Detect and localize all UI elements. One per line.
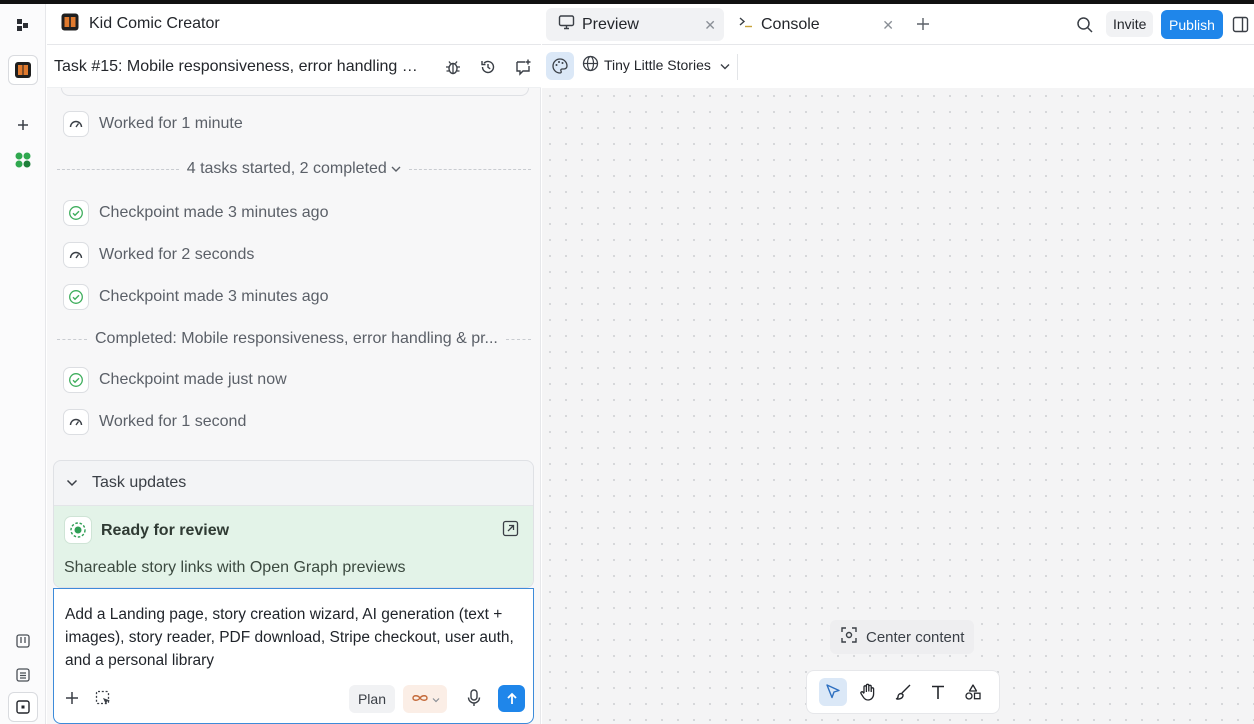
review-item[interactable]: Ready for review Shareable story links w… xyxy=(54,506,533,587)
checkpoint-item[interactable]: Checkpoint made 3 minutes ago xyxy=(63,284,328,310)
checkpoint-item[interactable]: Checkpoint made just now xyxy=(63,367,287,393)
toolbar-divider xyxy=(737,54,738,80)
chevron-down-icon xyxy=(66,474,78,492)
focus-icon xyxy=(840,626,858,648)
search-icon[interactable] xyxy=(1076,16,1094,39)
preview-canvas[interactable]: Center content xyxy=(542,88,1254,724)
previous-card-edge xyxy=(61,88,529,96)
task-updates-label: Task updates xyxy=(92,474,187,491)
preview-toolbar: Tiny Little Stories xyxy=(542,46,1254,88)
tab-console[interactable]: Console ✕ xyxy=(726,8,902,41)
project-icon[interactable] xyxy=(8,55,38,85)
sidebar-toggle-icon[interactable] xyxy=(1232,16,1249,38)
pointer-tool-icon[interactable] xyxy=(818,678,847,706)
site-name: Tiny Little Stories xyxy=(604,57,711,73)
list-icon[interactable] xyxy=(8,660,38,690)
canvas-tools xyxy=(806,670,1000,714)
workspace-menu-icon[interactable] xyxy=(8,10,38,40)
target-icon xyxy=(64,516,92,544)
worked-item: Worked for 2 seconds xyxy=(63,242,254,268)
microphone-icon[interactable] xyxy=(467,689,481,712)
tab-preview-label: Preview xyxy=(582,15,639,33)
worked-item: Worked for 1 minute xyxy=(63,111,243,137)
worked-label: Worked for 1 second xyxy=(99,413,247,430)
check-circle-icon xyxy=(63,284,89,310)
left-rail xyxy=(0,4,46,724)
new-chat-icon[interactable] xyxy=(512,56,533,77)
text-tool-icon[interactable] xyxy=(924,678,952,706)
worked-label: Worked for 1 minute xyxy=(99,115,243,132)
publish-button[interactable]: Publish xyxy=(1161,10,1223,39)
checkpoint-label: Checkpoint made just now xyxy=(99,371,287,388)
tab-preview[interactable]: Preview ✕ xyxy=(546,8,724,41)
app-title: Kid Comic Creator xyxy=(89,15,220,32)
completed-divider: Completed: Mobile responsiveness, error … xyxy=(57,330,531,348)
history-icon[interactable] xyxy=(477,56,498,77)
checkpoint-label: Checkpoint made 3 minutes ago xyxy=(99,204,329,221)
gauge-icon xyxy=(63,409,89,435)
review-status: Ready for review xyxy=(101,522,230,539)
library-icon[interactable] xyxy=(8,626,38,656)
task-header: Task #15: Mobile responsiveness, error h… xyxy=(47,46,541,88)
tab-console-label: Console xyxy=(761,15,820,33)
worked-item: Worked for 1 second xyxy=(63,409,246,435)
check-circle-icon xyxy=(63,200,89,226)
checkpoint-item[interactable]: Checkpoint made 3 minutes ago xyxy=(63,200,328,226)
center-content-label: Center content xyxy=(866,628,965,646)
open-external-icon[interactable] xyxy=(502,520,519,542)
checkpoint-label: Checkpoint made 3 minutes ago xyxy=(99,288,329,305)
worked-label: Worked for 2 seconds xyxy=(99,246,255,263)
attach-plus-icon[interactable] xyxy=(64,690,80,711)
gauge-icon xyxy=(63,242,89,268)
infinity-icon xyxy=(411,690,429,708)
tasks-summary-toggle[interactable]: 4 tasks started, 2 completed xyxy=(179,160,410,178)
chevron-down-icon xyxy=(391,160,401,177)
terminal-icon xyxy=(738,15,754,34)
select-element-icon[interactable] xyxy=(95,690,112,712)
shapes-tool-icon[interactable] xyxy=(959,678,987,706)
task-updates-card: Task updates Ready for review Shareable … xyxy=(53,460,534,588)
invite-button[interactable]: Invite xyxy=(1106,11,1154,37)
monitor-icon xyxy=(558,14,575,35)
prompt-input[interactable]: Add a Landing page, story creation wizar… xyxy=(65,603,525,672)
gauge-icon xyxy=(63,111,89,137)
review-description: Shareable story links with Open Graph pr… xyxy=(64,559,406,576)
panel-toggle-icon[interactable] xyxy=(8,692,38,722)
apps-icon[interactable] xyxy=(8,145,38,175)
new-tab-icon[interactable] xyxy=(916,17,930,36)
project-logo-icon xyxy=(61,13,79,36)
add-icon[interactable] xyxy=(8,110,38,140)
task-updates-toggle[interactable]: Task updates xyxy=(54,461,533,506)
close-icon[interactable]: ✕ xyxy=(704,17,716,34)
model-selector[interactable] xyxy=(403,685,447,713)
agent-activity-panel: Worked for 1 minute 4 tasks started, 2 c… xyxy=(47,88,541,724)
brush-tool-icon[interactable] xyxy=(889,678,917,706)
hand-tool-icon[interactable] xyxy=(854,678,882,706)
project-header: Kid Comic Creator xyxy=(47,4,541,45)
globe-icon xyxy=(582,55,599,75)
task-title[interactable]: Task #15: Mobile responsiveness, error h… xyxy=(54,58,424,76)
bug-icon[interactable] xyxy=(442,56,463,77)
chevron-down-icon xyxy=(720,57,730,73)
plan-button[interactable]: Plan xyxy=(348,685,395,713)
completed-label: Completed: Mobile responsiveness, error … xyxy=(95,330,498,347)
send-button[interactable] xyxy=(498,685,525,712)
tasks-summary-divider: 4 tasks started, 2 completed xyxy=(57,160,531,178)
tasks-summary-label: 4 tasks started, 2 completed xyxy=(186,160,387,177)
site-selector[interactable]: Tiny Little Stories xyxy=(582,55,730,75)
prompt-composer[interactable]: Add a Landing page, story creation wizar… xyxy=(53,588,534,724)
palette-icon[interactable] xyxy=(546,52,574,80)
center-content-button[interactable]: Center content xyxy=(830,620,975,654)
chevron-down-icon xyxy=(432,690,440,708)
close-icon[interactable]: ✕ xyxy=(882,17,894,34)
check-circle-icon xyxy=(63,367,89,393)
